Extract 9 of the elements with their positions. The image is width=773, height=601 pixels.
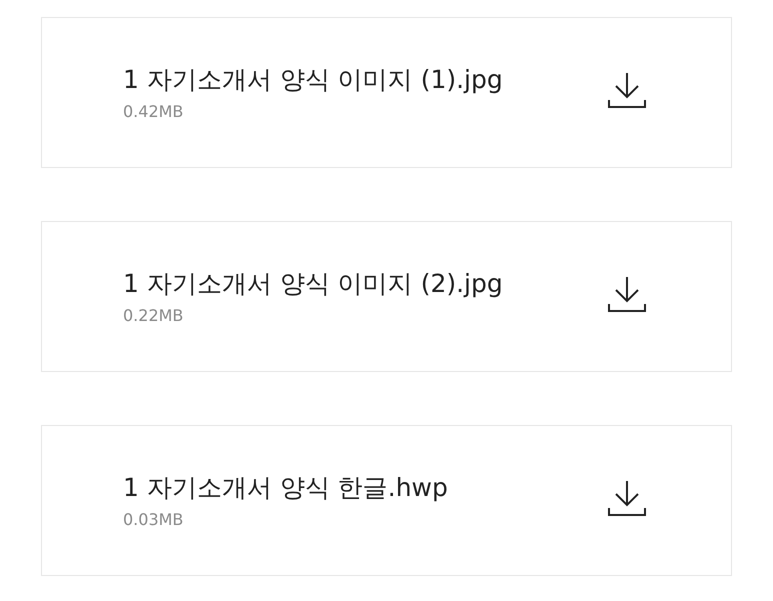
download-icon [607,70,647,108]
download-icon [607,274,647,312]
file-name: 1 자기소개서 양식 한글.hwp [123,472,449,504]
download-icon [607,478,647,516]
file-name: 1 자기소개서 양식 이미지 (2).jpg [123,268,504,300]
file-size: 0.03MB [123,510,184,528]
file-size: 0.22MB [123,306,184,324]
file-size: 0.42MB [123,102,184,120]
file-name: 1 자기소개서 양식 이미지 (1).jpg [123,64,504,96]
